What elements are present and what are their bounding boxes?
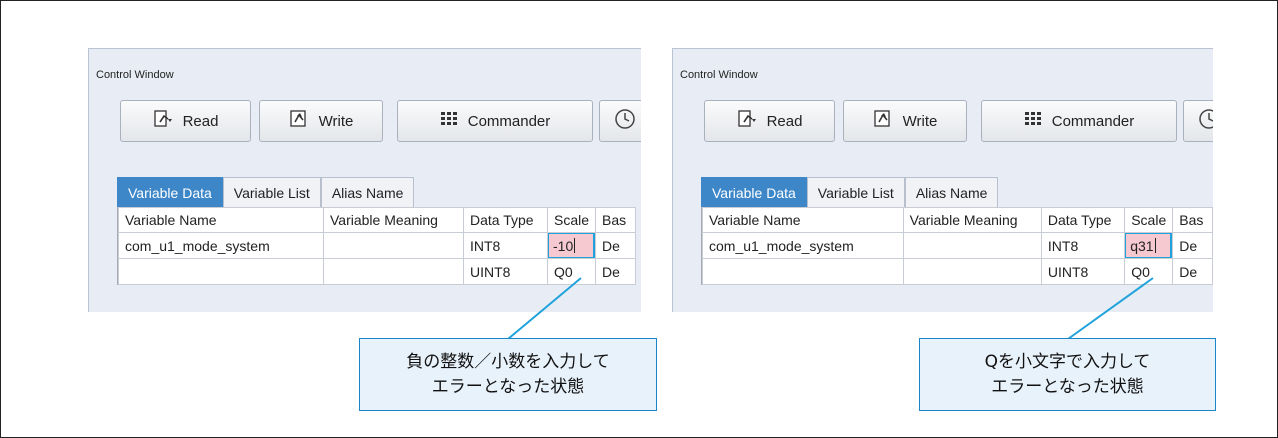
clock-icon	[614, 108, 636, 134]
col-base[interactable]: Bas	[1172, 207, 1213, 233]
variable-grid: Variable Name Variable Meaning Data Type…	[701, 207, 1213, 285]
cell-variable-name[interactable]: com_u1_mode_system	[118, 232, 324, 259]
commander-icon	[1024, 111, 1044, 131]
callout-line: エラーとなった状態	[991, 376, 1144, 397]
cell-scale[interactable]: Q0	[1124, 258, 1174, 285]
control-window-left: Control Window Read Write Commander Vari…	[88, 48, 641, 312]
tab-variable-list[interactable]: Variable List	[222, 177, 321, 207]
tab-bar: Variable Data Variable List Alias Name	[701, 177, 999, 207]
window-title: Control Window	[680, 69, 758, 81]
header-row: Variable Name Variable Meaning Data Type…	[702, 207, 1213, 233]
cell-data-type[interactable]: INT8	[1040, 232, 1126, 259]
tab-variable-data[interactable]: Variable Data	[117, 177, 223, 207]
clock-icon	[1198, 108, 1213, 134]
cell-data-type[interactable]: UINT8	[1040, 258, 1126, 285]
write-icon	[873, 110, 895, 132]
col-base[interactable]: Bas	[595, 207, 637, 233]
header-row: Variable Name Variable Meaning Data Type…	[118, 207, 637, 233]
cell-variable-name[interactable]: com_u1_mode_system	[702, 232, 904, 259]
cell-base[interactable]: De	[595, 232, 637, 259]
cell-data-type[interactable]: UINT8	[463, 258, 548, 285]
variable-grid: Variable Name Variable Meaning Data Type…	[117, 207, 637, 285]
callout-line: エラーとなった状態	[431, 376, 585, 397]
table-row[interactable]: com_u1_mode_system INT8 q31 De	[702, 232, 1213, 259]
callout-right: Qを小文字で入力して エラーとなった状態	[919, 338, 1216, 411]
cell-variable-meaning[interactable]	[323, 232, 464, 259]
col-scale[interactable]: Scale	[1124, 207, 1174, 233]
col-variable-name[interactable]: Variable Name	[702, 207, 904, 233]
read-icon	[153, 110, 175, 132]
callout-line: 負の整数／小数を入力して	[406, 351, 610, 372]
table-row[interactable]: UINT8 Q0 De	[702, 258, 1213, 285]
commander-icon	[440, 111, 460, 131]
control-window-right: Control Window Read Write Commander Vari…	[672, 48, 1213, 312]
col-data-type[interactable]: Data Type	[1040, 207, 1126, 233]
callout-left: 負の整数／小数を入力して エラーとなった状態	[359, 338, 657, 411]
read-icon	[737, 110, 759, 132]
read-button[interactable]: Read	[704, 100, 835, 142]
cell-variable-meaning[interactable]	[323, 258, 464, 285]
cell-scale-error[interactable]: -10	[546, 232, 597, 259]
window-title: Control Window	[96, 69, 174, 81]
table-row[interactable]: UINT8 Q0 De	[118, 258, 637, 285]
clock-button[interactable]	[599, 100, 641, 142]
figure-frame: Control Window Read Write Commander Vari…	[0, 0, 1278, 438]
cell-scale-error[interactable]: q31	[1124, 232, 1174, 259]
cell-variable-name[interactable]	[702, 258, 904, 285]
cell-scale[interactable]: Q0	[546, 258, 597, 285]
read-button[interactable]: Read	[120, 100, 251, 142]
tab-variable-data[interactable]: Variable Data	[701, 177, 807, 207]
callout-line: Qを小文字で入力して	[984, 351, 1151, 372]
write-button[interactable]: Write	[843, 100, 967, 142]
text-caret	[574, 238, 576, 253]
write-icon	[289, 110, 311, 132]
table-row[interactable]: com_u1_mode_system INT8 -10 De	[118, 232, 637, 259]
tab-alias-name[interactable]: Alias Name	[904, 177, 999, 207]
col-variable-meaning[interactable]: Variable Meaning	[902, 207, 1042, 233]
cell-data-type[interactable]: INT8	[463, 232, 548, 259]
cell-base[interactable]: De	[595, 258, 637, 285]
text-caret	[1154, 238, 1156, 253]
cell-base[interactable]: De	[1172, 258, 1213, 285]
tab-bar: Variable Data Variable List Alias Name	[117, 177, 415, 207]
clock-button[interactable]	[1183, 100, 1213, 142]
cell-variable-meaning[interactable]	[902, 258, 1042, 285]
commander-button[interactable]: Commander	[981, 100, 1177, 142]
col-variable-name[interactable]: Variable Name	[118, 207, 324, 233]
scale-error-input[interactable]: q31	[1125, 233, 1172, 258]
commander-button[interactable]: Commander	[397, 100, 593, 142]
col-variable-meaning[interactable]: Variable Meaning	[323, 207, 464, 233]
cell-variable-meaning[interactable]	[902, 232, 1042, 259]
col-data-type[interactable]: Data Type	[463, 207, 548, 233]
tab-variable-list[interactable]: Variable List	[806, 177, 905, 207]
tab-alias-name[interactable]: Alias Name	[320, 177, 415, 207]
write-button[interactable]: Write	[259, 100, 383, 142]
cell-base[interactable]: De	[1172, 232, 1213, 259]
col-scale[interactable]: Scale	[546, 207, 597, 233]
scale-error-input[interactable]: -10	[548, 233, 595, 258]
cell-variable-name[interactable]	[118, 258, 324, 285]
